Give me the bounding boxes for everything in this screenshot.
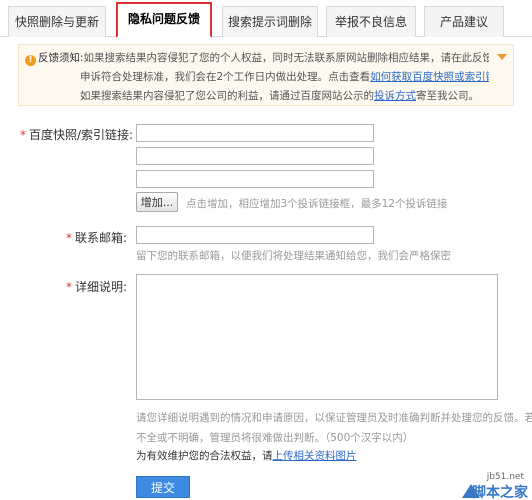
detail-hint: 请您详细说明遇到的情况和申请原因，以保证管理员及时准确判断并处理您的反馈。若信息… xyxy=(136,408,532,448)
detail-label: * 详细说明: xyxy=(66,278,127,295)
email-input[interactable] xyxy=(136,226,374,244)
notice-text-2: 申诉符合处理标准，我们会在2个工作日内做出处理。点击查看 xyxy=(80,71,371,83)
email-hint: 留下您的联系邮箱，以便我们将处理结果通知给您，我们会严格保密 xyxy=(136,250,451,262)
notice-line-1: ! 反馈须知:如果搜索结果内容侵犯了您的个人权益，同时无法联系原网站删除相应结果，… xyxy=(25,49,489,68)
tab-report-bad-info[interactable]: 举报不良信息 xyxy=(326,6,416,37)
submit-button[interactable]: 提交 xyxy=(136,476,190,498)
tab-privacy-feedback[interactable]: 隐私问题反馈 xyxy=(116,2,212,38)
add-link-button[interactable]: 增加... xyxy=(136,192,178,212)
detail-label-text: 详细说明: xyxy=(75,280,128,294)
required-mark: * xyxy=(20,128,26,142)
notice-text-3: 如果搜索结果内容侵犯了您公司的利益，请通过百度网站公示的 xyxy=(80,90,374,102)
upload-images-link[interactable]: 上传相关资料图片 xyxy=(273,450,357,462)
url-label-text: 百度快照/索引链接: xyxy=(29,128,134,142)
notice-text-4: 寄至我公司。 xyxy=(416,90,479,102)
notice-text-1: 如果搜索结果内容侵犯了您的个人权益，同时无法联系原网站删除相应结果，请在此反馈。… xyxy=(83,52,489,64)
watermark-url: jb51.net xyxy=(486,472,524,482)
complaint-method-link[interactable]: 投诉方式 xyxy=(374,90,416,102)
url-input-2[interactable] xyxy=(136,147,374,165)
url-input-3[interactable] xyxy=(136,170,374,188)
notice-line-2: 申诉符合处理标准，我们会在2个工作日内做出处理。点击查看如何获取百度快照或索引链… xyxy=(25,68,489,87)
url-label: * 百度快照/索引链接: xyxy=(20,126,133,143)
warning-icon: ! xyxy=(25,55,36,66)
notice-box: ! 反馈须知:如果搜索结果内容侵犯了您的个人权益，同时无法联系原网站删除相应结果，… xyxy=(18,44,514,106)
notice-lead: 反馈须知: xyxy=(38,52,84,64)
site-watermark: jb51.net 脚本之家 xyxy=(452,470,532,500)
tab-bar: 快照删除与更新 隐私问题反馈 搜索提示词删除 举报不良信息 产品建议 xyxy=(0,0,532,38)
detail-textarea[interactable] xyxy=(136,274,498,400)
collapse-caret-icon[interactable] xyxy=(497,54,507,60)
upload-proof-text: 为有效维护您的合法权益，请 xyxy=(136,450,273,462)
snapshot-help-link[interactable]: 如何获取百度快照或索引链接地址 xyxy=(370,71,489,83)
tab-product-suggestion[interactable]: 产品建议 xyxy=(424,6,504,37)
detail-hint-line-2: 不全或不明确，管理员将很难做出判断。（500个汉字以内） xyxy=(136,432,414,444)
detail-hint-line-1: 请您详细说明遇到的情况和申请原因，以保证管理员及时准确判断并处理您的反馈。若信息 xyxy=(136,412,532,424)
url-input-1[interactable] xyxy=(136,124,374,142)
email-label-text: 联系邮箱: xyxy=(75,231,128,245)
add-link-hint: 点击增加，相应增加3个投诉链接框，最多12个投诉链接 xyxy=(186,198,448,210)
required-mark: * xyxy=(66,280,72,294)
tab-suggestion-delete[interactable]: 搜索提示词删除 xyxy=(222,6,318,37)
upload-proof-note: 为有效维护您的合法权益，请上传相关资料图片 xyxy=(136,448,357,463)
watermark-name: 脚本之家 xyxy=(472,485,528,500)
tab-snapshot-delete[interactable]: 快照删除与更新 xyxy=(8,6,106,37)
email-label: * 联系邮箱: xyxy=(66,229,127,246)
notice-line-3: 如果搜索结果内容侵犯了您公司的利益，请通过百度网站公示的投诉方式寄至我公司。 xyxy=(25,87,489,106)
required-mark: * xyxy=(66,231,72,245)
